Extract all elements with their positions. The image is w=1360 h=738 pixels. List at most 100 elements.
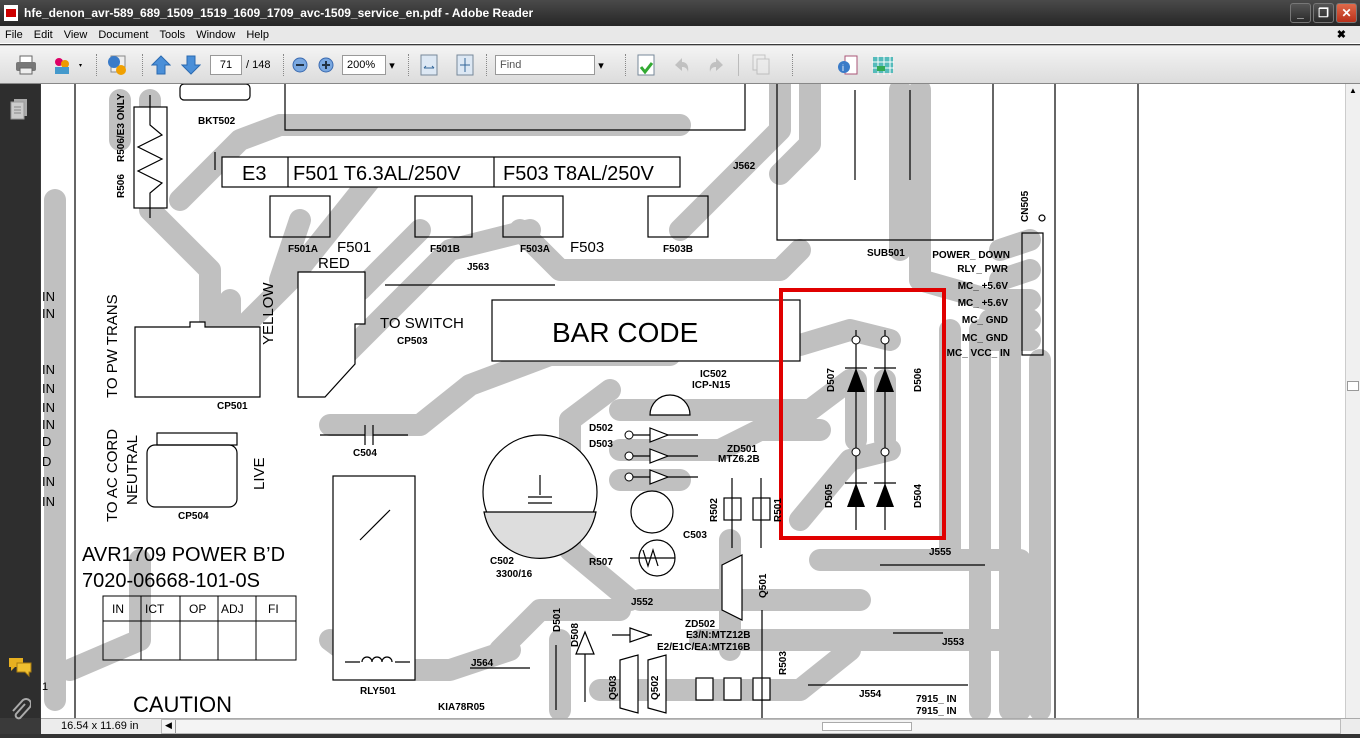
label: ZD502	[685, 619, 715, 630]
label: J553	[942, 637, 965, 648]
label: NEUTRAL	[124, 435, 141, 505]
menu-window[interactable]: Window	[196, 29, 235, 41]
label: IN	[42, 417, 55, 432]
menu-edit[interactable]: Edit	[34, 29, 53, 41]
label: MC_ +5.6V	[958, 298, 1009, 309]
close-button[interactable]: ✕	[1336, 3, 1357, 23]
svg-text:i: i	[842, 63, 844, 73]
label: MC_ +5.6V	[958, 281, 1009, 292]
minimize-button[interactable]: _	[1290, 3, 1311, 23]
pdf-page-view[interactable]: IN IN IN IN IN IN D D IN IN 1 E3 F501 T6…	[41, 84, 1345, 718]
label: 7915_ IN	[916, 706, 957, 717]
comments-icon[interactable]	[7, 656, 33, 683]
label: C503	[683, 530, 707, 541]
scroll-thumb[interactable]	[1347, 381, 1359, 391]
label: TO AC CORD	[104, 429, 121, 522]
label: IN	[42, 381, 55, 396]
label: R507	[589, 557, 613, 568]
zoom-out-icon[interactable]	[290, 54, 310, 76]
label: D508	[570, 623, 581, 647]
pages-icon[interactable]	[10, 98, 28, 125]
label: D506	[913, 368, 924, 392]
fit-width-icon[interactable]	[418, 54, 440, 76]
label: C502	[490, 556, 514, 567]
label: CP504	[178, 511, 209, 522]
menu-file[interactable]: File	[5, 29, 23, 41]
label: R503	[778, 651, 789, 675]
status-bar: 16.54 x 11.69 in ◀	[41, 718, 1360, 734]
label: E2/E1C/EA:MTZ16B	[657, 642, 750, 653]
label: R506/E3 ONLY	[116, 93, 127, 162]
label: J552	[631, 597, 654, 608]
label: R501	[773, 498, 784, 522]
label: IN	[42, 494, 55, 509]
restore-button[interactable]: ❐	[1313, 3, 1334, 23]
label: 1	[42, 681, 48, 693]
diode-d504	[876, 483, 894, 507]
navigation-panel	[0, 84, 40, 720]
label: CP503	[397, 336, 428, 347]
scroll-up-icon[interactable]: ▲	[1346, 84, 1360, 98]
document-info-icon[interactable]: i	[836, 54, 860, 76]
attachments-icon[interactable]	[9, 698, 32, 727]
secure-icon[interactable]	[104, 54, 130, 76]
label: 7915_ IN	[916, 694, 957, 705]
page-number-input[interactable]: 71	[210, 55, 242, 75]
label: D505	[824, 484, 835, 508]
label: IN	[42, 362, 55, 377]
toolbar: 71 / 148 200% ▾ Find ▾ i	[0, 45, 1360, 84]
redo-icon[interactable]	[706, 54, 728, 76]
label: R506	[116, 174, 127, 198]
pdf-icon	[4, 5, 18, 21]
label: F501A	[288, 244, 318, 255]
label: KIA78R05	[438, 702, 485, 713]
label: J562	[733, 161, 756, 172]
copy-pages-icon[interactable]	[750, 54, 772, 76]
page-total: / 148	[246, 59, 271, 71]
horizontal-scroll-thumb[interactable]	[822, 722, 912, 731]
find-dropdown-icon[interactable]: ▾	[596, 54, 606, 76]
spell-check-icon[interactable]	[634, 54, 658, 76]
label: YELLOW	[260, 282, 277, 345]
close-document-icon[interactable]: ✖	[1337, 28, 1346, 41]
label: J555	[929, 547, 952, 558]
menu-document[interactable]: Document	[98, 29, 148, 41]
page-size: 16.54 x 11.69 in	[61, 720, 139, 732]
label: F501B	[430, 244, 460, 255]
menu-view[interactable]: View	[64, 29, 88, 41]
zoom-in-icon[interactable]	[316, 54, 336, 76]
label: RED	[318, 255, 350, 272]
horizontal-scrollbar[interactable]: ◀	[161, 719, 1341, 734]
print-icon[interactable]	[14, 54, 38, 76]
label: BKT502	[198, 116, 236, 127]
label: MC_ GND	[962, 333, 1008, 344]
previous-page-icon[interactable]	[150, 54, 172, 76]
label: CN505	[1020, 190, 1031, 222]
fit-page-icon[interactable]	[454, 54, 476, 76]
zoom-dropdown-icon[interactable]: ▾	[387, 54, 397, 76]
title-bar: hfe_denon_avr-589_689_1509_1519_1609_170…	[0, 0, 1360, 26]
grid-tool-icon[interactable]	[870, 54, 896, 76]
label: MTZ6.2B	[718, 454, 760, 465]
label: LIVE	[251, 457, 268, 490]
bar-code-label: BAR CODE	[552, 317, 698, 348]
label: F503B	[663, 244, 693, 255]
fuse-box-labels: E3 F501 T6.3AL/250V F503 T8AL/250V	[242, 163, 655, 185]
board-part-number: 7020-06668-101-0S	[82, 570, 260, 592]
undo-icon[interactable]	[670, 54, 692, 76]
label: ICP-N15	[692, 380, 731, 391]
menu-help[interactable]: Help	[246, 29, 269, 41]
label: F501	[337, 239, 371, 256]
table-header: ICT	[145, 602, 165, 616]
label: C504	[353, 448, 377, 459]
vertical-scrollbar[interactable]: ▲	[1345, 84, 1360, 718]
scroll-left-icon[interactable]: ◀	[162, 720, 176, 733]
label: TO SWITCH	[380, 315, 464, 332]
find-input[interactable]: Find	[495, 55, 595, 75]
collaborate-icon[interactable]	[50, 54, 86, 76]
zoom-level-input[interactable]: 200%	[342, 55, 386, 75]
menu-tools[interactable]: Tools	[160, 29, 186, 41]
caution-label: CAUTION	[133, 692, 232, 717]
next-page-icon[interactable]	[180, 54, 202, 76]
label: R502	[709, 498, 720, 522]
